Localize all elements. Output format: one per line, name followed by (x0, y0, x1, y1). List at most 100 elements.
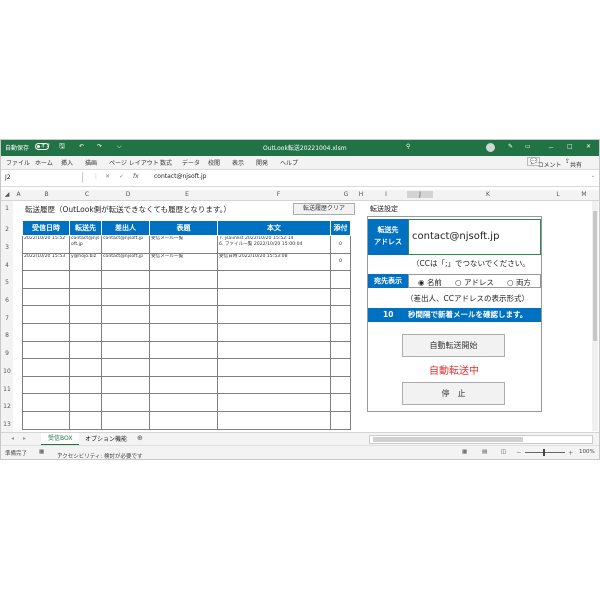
cell-empty[interactable] (149, 410, 218, 430)
column-header-m[interactable]: M (574, 191, 594, 198)
cell-to[interactable]: contact@njsoft.jp (69, 235, 102, 254)
cell-from[interactable]: contact@njsoft.jp (101, 252, 150, 272)
cell-empty[interactable] (217, 340, 331, 360)
cell-to[interactable]: y@hojo.biz (69, 252, 102, 272)
cell-empty[interactable] (149, 305, 218, 324)
cell-empty[interactable] (69, 287, 102, 307)
cell-empty[interactable] (149, 375, 218, 395)
zoom-slider[interactable] (525, 449, 565, 456)
search-icon[interactable]: ⚲ (406, 143, 410, 150)
cell-empty[interactable] (217, 322, 331, 342)
cell-body[interactable]: 7. jsaiinlist 2022/10/20 15:52:14 6. ファイル… (217, 235, 331, 254)
tab-formulas[interactable]: 数式 (160, 158, 172, 167)
row-header-8[interactable]: 8 (1, 332, 13, 339)
cell-empty[interactable] (22, 358, 70, 377)
cell-empty[interactable] (69, 305, 102, 324)
column-header-g[interactable]: G (336, 191, 356, 198)
cell-empty[interactable] (101, 270, 150, 289)
minimize-button[interactable]: － (548, 143, 554, 152)
cell-empty[interactable] (22, 305, 70, 324)
cell-empty[interactable] (330, 322, 351, 342)
zoom-slider-thumb[interactable] (543, 449, 545, 456)
column-header-j[interactable]: J (407, 191, 433, 198)
cell-empty[interactable] (69, 322, 102, 342)
cell-empty[interactable] (217, 305, 331, 324)
cell-empty[interactable] (330, 375, 351, 395)
cell-empty[interactable] (101, 305, 150, 324)
cell-empty[interactable] (101, 358, 150, 377)
next-sheet-icon[interactable]: ▸ (23, 435, 26, 442)
save-icon[interactable]: 🖫 (59, 142, 65, 153)
address-input[interactable]: contact@njsoft.jp (408, 219, 541, 255)
cell-empty[interactable] (22, 393, 70, 412)
cell-empty[interactable] (69, 375, 102, 395)
tab-developer[interactable]: 開発 (256, 158, 268, 167)
cell-from[interactable]: contact@njsoft.jp (101, 235, 150, 254)
column-header-c[interactable]: C (71, 191, 103, 198)
cell-subject[interactable]: 受信メール一覧 (149, 252, 218, 272)
cell-subject[interactable]: 受信メール一覧 (149, 235, 218, 254)
normal-view-icon[interactable]: ▦ (462, 449, 467, 455)
cell-empty[interactable] (22, 270, 70, 289)
cell-empty[interactable] (217, 287, 331, 307)
cell-empty[interactable] (101, 393, 150, 412)
cell-attach[interactable]: 0 (330, 235, 351, 254)
comment-button[interactable]: 💬 コメント (527, 157, 562, 169)
cell-attach[interactable]: 0 (330, 252, 351, 272)
tab-draw[interactable]: 描画 (85, 158, 97, 167)
cell-date[interactable]: 2022/10/20 15:52 (22, 235, 70, 254)
column-header-e[interactable]: E (153, 191, 221, 198)
row-header-12[interactable]: 12 (1, 403, 13, 410)
row-header-2[interactable]: 2 (1, 226, 13, 233)
function-icon[interactable]: fx (133, 173, 139, 180)
cell-empty[interactable] (217, 375, 331, 395)
interval-value[interactable]: 10 (383, 308, 393, 322)
cell-empty[interactable] (149, 340, 218, 360)
cell-empty[interactable] (149, 287, 218, 307)
option-name[interactable]: ◉ 名前 (418, 277, 442, 288)
cell-empty[interactable] (330, 305, 351, 324)
cell-empty[interactable] (101, 287, 150, 307)
column-header-l[interactable]: L (543, 191, 573, 198)
column-header-d[interactable]: D (104, 191, 152, 198)
cell-empty[interactable] (330, 410, 351, 430)
pen-icon[interactable]: ✎ (508, 143, 513, 150)
cell-empty[interactable] (101, 322, 150, 342)
cell-empty[interactable] (101, 410, 150, 430)
tab-view[interactable]: 表示 (232, 158, 244, 167)
tab-home[interactable]: ホーム (35, 158, 53, 167)
name-box[interactable]: J2 (3, 172, 83, 183)
stop-button[interactable]: 停 止 (402, 382, 505, 405)
cell-empty[interactable] (22, 375, 70, 395)
cell-body[interactable]: 受信日時:2022/10/20 15:53:08 (217, 252, 331, 272)
row-header-5[interactable]: 5 (1, 279, 13, 286)
tab-review[interactable]: 校閲 (208, 158, 220, 167)
sheet-tab-options[interactable]: オプション機能 (85, 434, 127, 443)
row-header-6[interactable]: 6 (1, 297, 13, 304)
column-header-b[interactable]: B (23, 191, 70, 198)
clear-history-button[interactable]: 転送履歴クリア (293, 203, 355, 215)
formula-input[interactable]: contact@njsoft.jp (154, 173, 206, 180)
zoom-out-icon[interactable]: － (516, 449, 522, 457)
ribbon-display-icon[interactable]: ▭ (525, 143, 531, 150)
cell-empty[interactable] (149, 358, 218, 377)
cell-empty[interactable] (217, 393, 331, 412)
tab-insert[interactable]: 挿入 (61, 158, 73, 167)
vertical-scroll-thumb[interactable] (593, 211, 597, 341)
close-button[interactable]: ✕ (586, 143, 591, 150)
cell-empty[interactable] (330, 287, 351, 307)
cell-empty[interactable] (149, 393, 218, 412)
column-header-h[interactable]: H (357, 191, 365, 198)
document-title[interactable]: OutLook転送20221004.xlsm (263, 143, 347, 152)
cell-empty[interactable] (69, 340, 102, 360)
cell-empty[interactable] (22, 410, 70, 430)
cell-empty[interactable] (69, 358, 102, 377)
cell-empty[interactable] (330, 393, 351, 412)
cell-empty[interactable] (217, 410, 331, 430)
customize-icon[interactable]: ⌵ (117, 143, 122, 151)
enter-icon[interactable]: ✓ (119, 173, 124, 180)
column-header-f[interactable]: F (222, 191, 335, 198)
cell-empty[interactable] (69, 410, 102, 430)
cell-empty[interactable] (330, 358, 351, 377)
tab-data[interactable]: データ (182, 158, 200, 167)
